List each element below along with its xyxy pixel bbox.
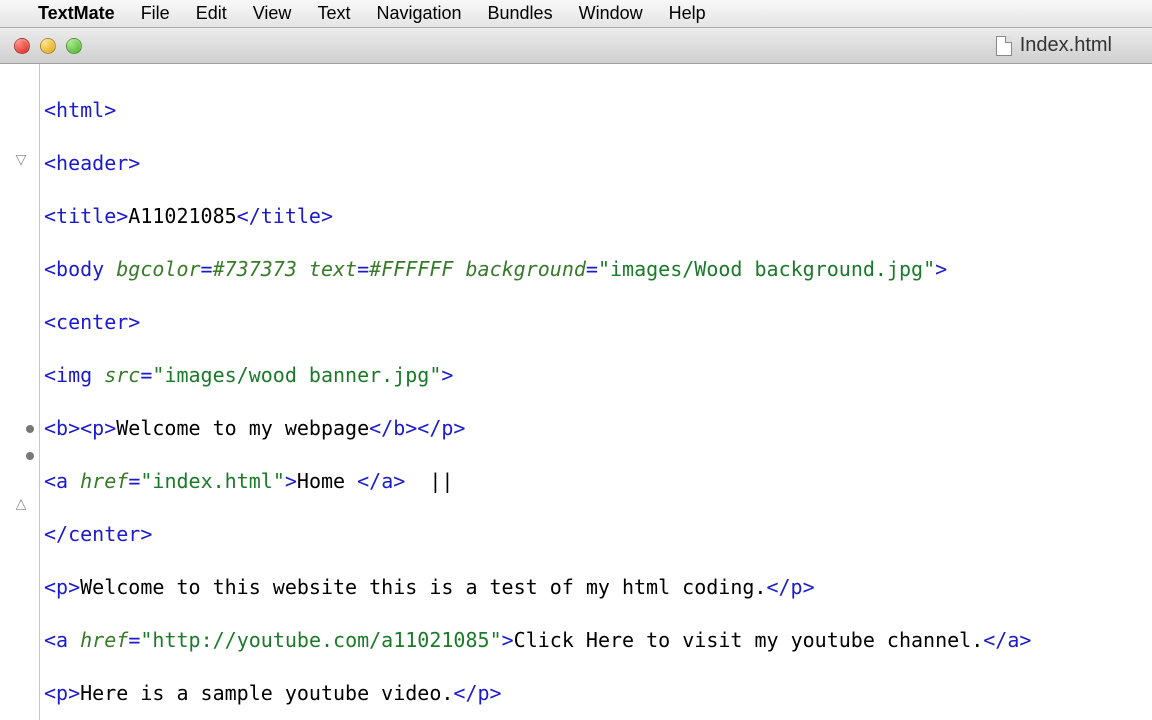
- menu-edit[interactable]: Edit: [196, 3, 227, 24]
- window-title: Index.html: [996, 28, 1112, 63]
- menu-file[interactable]: File: [141, 3, 170, 24]
- minimize-button[interactable]: [40, 38, 56, 54]
- menu-bar: TextMate File Edit View Text Navigation …: [0, 0, 1152, 28]
- editor: ▽ △ <html> <header> <title>A11021085</ti…: [0, 64, 1152, 720]
- traffic-lights: [0, 38, 82, 54]
- bookmark-icon[interactable]: [26, 425, 34, 433]
- document-icon: [996, 36, 1012, 56]
- menu-navigation[interactable]: Navigation: [376, 3, 461, 24]
- window-title-bar: Index.html: [0, 28, 1152, 64]
- close-button[interactable]: [14, 38, 30, 54]
- bookmark-icon[interactable]: [26, 452, 34, 460]
- menu-text[interactable]: Text: [317, 3, 350, 24]
- gutter[interactable]: ▽ △: [0, 64, 40, 720]
- zoom-button[interactable]: [66, 38, 82, 54]
- fold-open-icon[interactable]: ▽: [14, 152, 28, 166]
- menu-bundles[interactable]: Bundles: [488, 3, 553, 24]
- menu-help[interactable]: Help: [669, 3, 706, 24]
- document-title: Index.html: [1020, 34, 1112, 57]
- code-area[interactable]: <html> <header> <title>A11021085</title>…: [40, 64, 1152, 720]
- fold-close-icon[interactable]: △: [14, 496, 28, 510]
- menu-window[interactable]: Window: [579, 3, 643, 24]
- app-name[interactable]: TextMate: [38, 3, 115, 24]
- menu-view[interactable]: View: [253, 3, 292, 24]
